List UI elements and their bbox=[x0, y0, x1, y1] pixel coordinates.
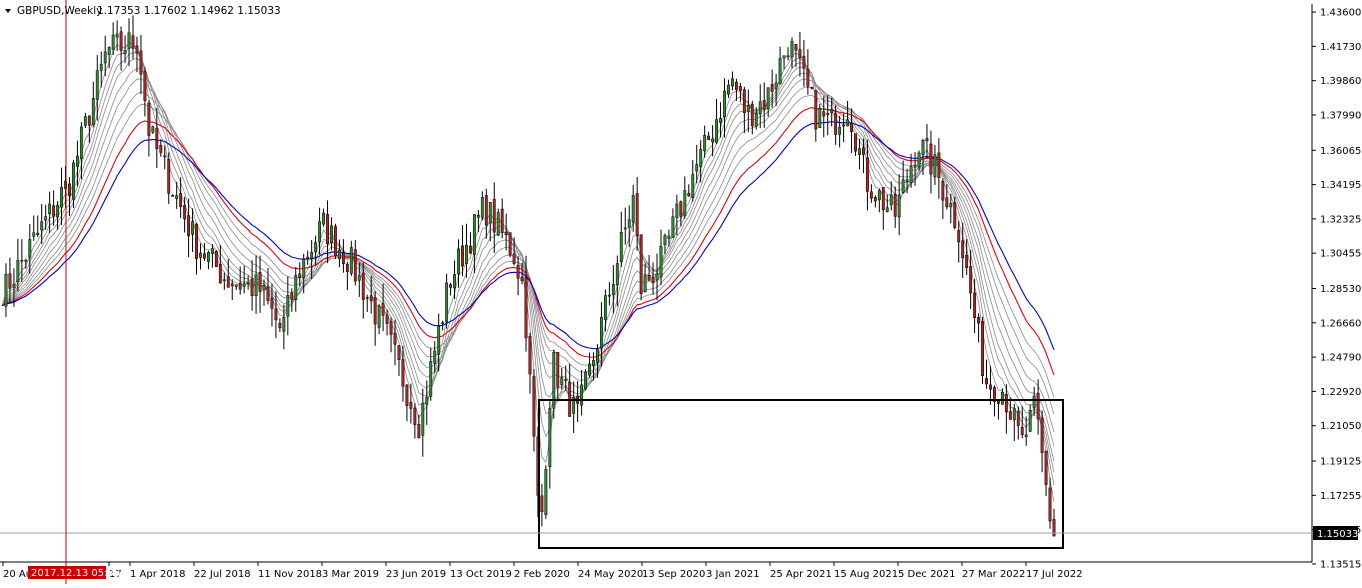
candle bbox=[334, 223, 337, 260]
y-tick-label: 1.22920 bbox=[1320, 387, 1361, 398]
y-tick-label: 1.37990 bbox=[1320, 110, 1361, 121]
x-tick-label: 13 Sep 2020 bbox=[642, 569, 705, 580]
y-tick-label: 1.19125 bbox=[1320, 457, 1361, 468]
price-chart[interactable]: 1.43600 1.41730 1.39860 1.37990 1.36065 1.341… bbox=[0, 0, 1362, 584]
candle bbox=[981, 316, 984, 384]
x-tick-label: 11 Nov 2018 bbox=[258, 569, 322, 580]
candle bbox=[496, 208, 500, 237]
y-tick-label: 1.34195 bbox=[1320, 180, 1361, 191]
candle bbox=[639, 234, 643, 301]
y-tick-label: 1.28530 bbox=[1320, 284, 1361, 295]
y-tick-label: 1.13515 bbox=[1320, 559, 1361, 570]
x-tick-label: 3 Jan 2021 bbox=[706, 569, 760, 580]
candle bbox=[552, 349, 556, 419]
crosshair-date-label: 2017.12.13 05:30 bbox=[31, 568, 120, 579]
y-tick-label: 1.26660 bbox=[1320, 318, 1361, 329]
candle bbox=[214, 250, 218, 267]
y-tick-label: 1.39860 bbox=[1320, 76, 1361, 87]
y-tick-label: 1.21050 bbox=[1320, 421, 1361, 432]
x-tick-label: 24 May 2020 bbox=[578, 569, 643, 580]
chart-window[interactable]: 1.43600 1.41730 1.39860 1.37990 1.36065 1.341… bbox=[0, 0, 1362, 584]
y-tick-label: 1.32325 bbox=[1320, 214, 1361, 225]
y-tick-label: 1.43600 bbox=[1320, 8, 1361, 19]
x-tick-label: 3 Mar 2019 bbox=[322, 569, 379, 580]
ohlc-label: 1.17353 1.17602 1.14962 1.15033 bbox=[97, 5, 281, 17]
x-tick-label: 22 Jul 2018 bbox=[194, 569, 251, 580]
x-tick-label: 5 Dec 2021 bbox=[898, 569, 956, 580]
y-tick-label: 1.24790 bbox=[1320, 353, 1361, 364]
y-tick-label: 1.36065 bbox=[1320, 146, 1361, 157]
x-tick-label: 25 Apr 2021 bbox=[770, 569, 832, 580]
y-tick-label: 1.41730 bbox=[1320, 42, 1361, 53]
x-tick-label: 2 Feb 2020 bbox=[514, 569, 570, 580]
x-tick-label: 1 Apr 2018 bbox=[130, 569, 185, 580]
y-tick-label: 1.17255 bbox=[1320, 491, 1361, 502]
x-tick-label: 23 Jun 2019 bbox=[386, 569, 446, 580]
x-tick-label: 17 Jul 2022 bbox=[1026, 569, 1083, 580]
x-tick-label: 27 Mar 2022 bbox=[962, 569, 1025, 580]
candle bbox=[508, 232, 512, 258]
price-tag: 1.15033 bbox=[1317, 529, 1358, 540]
chart-background bbox=[0, 0, 1362, 584]
candle bbox=[544, 465, 548, 519]
x-tick-label: 13 Oct 2019 bbox=[450, 569, 512, 580]
symbol-label: GBPUSD,Weekly bbox=[17, 5, 102, 17]
candle bbox=[584, 369, 587, 391]
y-tick-label: 1.30455 bbox=[1320, 249, 1361, 260]
x-tick-label: 15 Aug 2021 bbox=[834, 569, 898, 580]
